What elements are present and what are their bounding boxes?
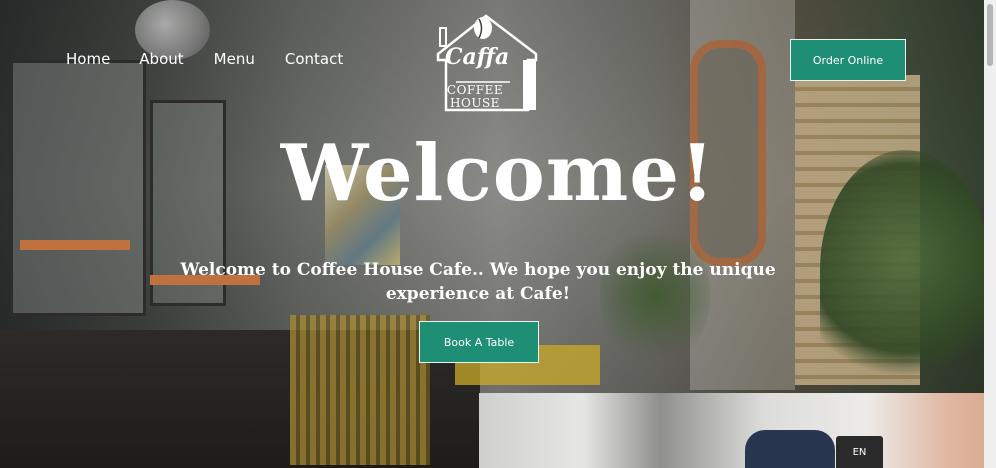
hero-tagline: Welcome to Coffee House Cafe.. We hope y… bbox=[180, 260, 776, 304]
scrollbar-track[interactable] bbox=[984, 0, 996, 468]
logo-line-house: HOUSE bbox=[450, 96, 500, 110]
featured-image bbox=[479, 393, 996, 468]
logo-script-text: Caffa bbox=[445, 44, 510, 70]
scrollbar-thumb[interactable] bbox=[987, 4, 993, 66]
yellow-wall-decoration bbox=[290, 315, 430, 465]
language-selector[interactable]: EN bbox=[836, 436, 883, 468]
logo-subtitle: COFFEE HOUSE bbox=[438, 84, 512, 110]
nav-contact-link[interactable]: Contact bbox=[285, 50, 343, 68]
shelf-decoration bbox=[20, 240, 130, 250]
main-nav: Home About Menu Contact bbox=[66, 50, 373, 68]
featured-image-object bbox=[745, 430, 835, 468]
nav-home-link[interactable]: Home bbox=[66, 50, 110, 68]
order-online-button[interactable]: Order Online bbox=[790, 39, 906, 81]
nav-menu-link[interactable]: Menu bbox=[214, 50, 255, 68]
hero-title: Welcome! bbox=[280, 128, 716, 219]
nav-about-link[interactable]: About bbox=[139, 50, 183, 68]
book-table-button[interactable]: Book A Table bbox=[419, 321, 539, 363]
